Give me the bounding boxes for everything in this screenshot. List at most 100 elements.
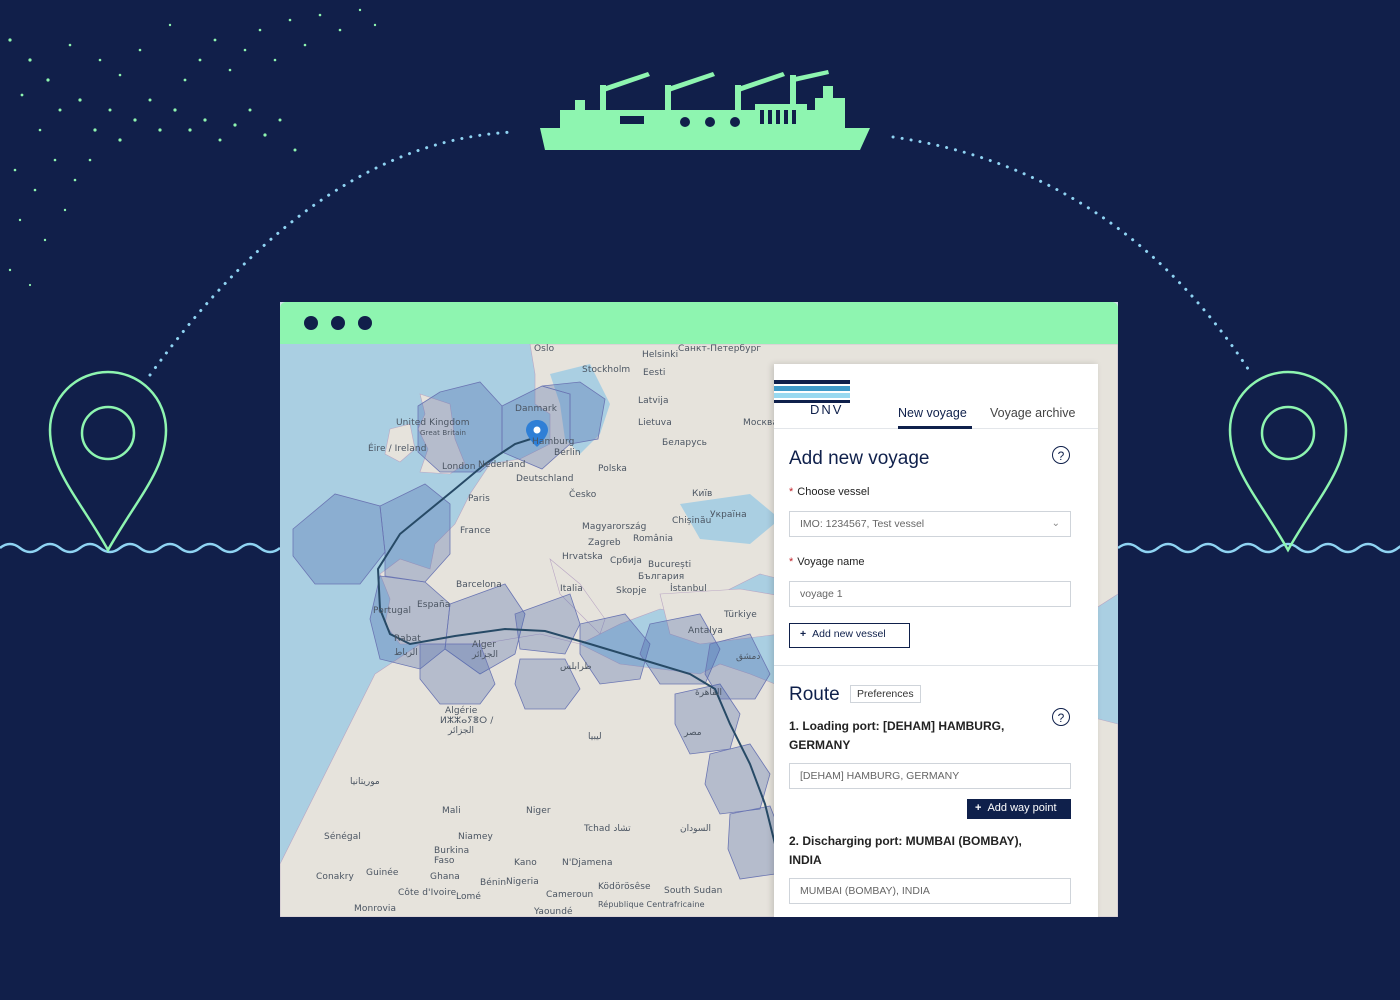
add-way-point-label: Add way point	[987, 802, 1057, 814]
map-label: Oslo	[534, 344, 555, 354]
map-label: Türkiye	[724, 610, 757, 620]
map-label: دمشق	[736, 652, 761, 662]
plus-icon: +	[800, 628, 807, 640]
map-label: ليبيا	[588, 732, 602, 742]
map-label: القاهرة	[695, 688, 722, 698]
panel-header: DNV New voyage Voyage archive	[774, 364, 1098, 429]
map-label: Yaoundé	[534, 907, 573, 917]
map-label: Chișinău	[672, 516, 712, 526]
tab-new-voyage[interactable]: New voyage	[898, 406, 967, 420]
active-tab-indicator	[898, 426, 972, 429]
voyage-panel: DNV New voyage Voyage archive Add new vo…	[774, 364, 1098, 917]
map-label: Côte d'Ivoire	[398, 888, 457, 898]
map-label: Éire / Ireland	[368, 444, 427, 454]
map-label: طرابلس	[560, 662, 592, 672]
discharging-port-input[interactable]: MUMBAI (BOMBAY), INDIA	[789, 878, 1071, 904]
map-label: Helsinki	[642, 350, 679, 360]
map-label: Niamey	[458, 832, 493, 842]
particle-dots	[8, 8, 377, 287]
map-label: Polska	[598, 464, 627, 474]
logo-text: DNV	[810, 402, 844, 417]
map-label: Danmark	[515, 404, 558, 414]
map-label: Ghana	[430, 872, 460, 882]
tab-voyage-archive[interactable]: Voyage archive	[990, 406, 1075, 420]
vessel-select[interactable]: IMO: 1234567, Test vessel ⌄	[789, 511, 1071, 537]
window-dot-icon	[358, 316, 372, 330]
map-label: Беларусь	[662, 438, 708, 448]
map-label: España	[417, 600, 451, 610]
preferences-button[interactable]: Preferences	[850, 685, 921, 703]
map-label: Ködörösêse	[598, 882, 651, 892]
window-dot-icon	[304, 316, 318, 330]
map-label: България	[638, 572, 685, 582]
map-label: الجزائر	[448, 726, 474, 736]
map-label: Nigeria	[506, 877, 539, 887]
map-label: Niger	[526, 806, 551, 816]
map-label: Sénégal	[324, 832, 361, 842]
map-label: Stockholm	[582, 365, 631, 375]
map-label: İstanbul	[670, 584, 707, 594]
map-label: Cameroun	[546, 890, 594, 900]
add-new-vessel-button[interactable]: + Add new vessel	[789, 623, 910, 648]
map-label: Москва	[743, 418, 779, 428]
help-icon[interactable]: ?	[1052, 708, 1070, 726]
map-label: Berlin	[554, 448, 581, 458]
vessel-label: * Choose vessel	[789, 486, 870, 498]
map-label: مصر	[684, 728, 702, 738]
map-label: Київ	[692, 489, 713, 499]
add-way-point-button[interactable]: + Add way point	[967, 799, 1071, 819]
map-label: Algérie	[445, 706, 478, 716]
chevron-down-icon: ⌄	[1051, 518, 1060, 529]
map-label: Skopje	[616, 586, 647, 596]
voyage-name-input[interactable]: voyage 1	[789, 581, 1071, 607]
map-label: Zagreb	[588, 538, 621, 548]
loading-port-value: [DEHAM] HAMBURG, GERMANY	[800, 770, 960, 782]
map-label: Italia	[560, 584, 583, 594]
zone-hex	[292, 493, 386, 585]
map-label: Hrvatska	[562, 552, 603, 562]
map-label: Lomé	[456, 892, 482, 902]
wave-right	[1117, 542, 1400, 554]
wave-left	[0, 542, 281, 554]
map-label: Rabat	[394, 634, 421, 644]
map-label: United Kingdom	[396, 418, 470, 428]
map-label: Conakry	[316, 872, 354, 882]
map-label: Санкт-Петербург	[678, 344, 762, 354]
voyage-name-value: voyage 1	[800, 588, 843, 600]
map-label: Hamburg	[532, 437, 575, 447]
map-label: Monrovia	[354, 904, 397, 914]
map-label: République Centrafricaine	[598, 900, 705, 909]
panel-title: Add new voyage	[789, 448, 930, 469]
land-ireland	[384, 423, 416, 463]
map-label: Portugal	[373, 606, 412, 616]
map-label: Tchad تشاد	[584, 824, 631, 834]
map-label: الجزائر	[472, 650, 498, 660]
map-label: Nederland	[478, 460, 526, 470]
map-label: Guinée	[366, 868, 399, 878]
section-divider	[774, 665, 1098, 666]
map-label: Antalya	[688, 626, 723, 636]
map-label: London	[442, 462, 476, 472]
help-icon[interactable]: ?	[1052, 446, 1070, 464]
map-label: Alger	[472, 640, 497, 650]
plus-icon: +	[975, 802, 982, 814]
loading-port-input[interactable]: [DEHAM] HAMBURG, GERMANY	[789, 763, 1071, 789]
add-new-vessel-label: Add new vessel	[812, 628, 886, 640]
map-label: ⵍⵣⵣⴰⵢⴻⵔ /	[440, 716, 494, 726]
map-label: România	[633, 534, 674, 544]
map-label: N'Djamena	[562, 858, 613, 868]
vessel-select-value: IMO: 1234567, Test vessel	[800, 518, 925, 530]
map-label: France	[460, 526, 491, 536]
map-label: Great Britain	[420, 429, 467, 437]
cargo-ship-icon	[540, 70, 870, 150]
map-label: Україна	[710, 510, 747, 520]
map-label: Србија	[610, 556, 643, 566]
discharging-port-label: 2. Discharging port: MUMBAI (BOMBAY), IN…	[789, 834, 1022, 867]
map-label: Eesti	[643, 368, 666, 378]
map-label: السودان	[680, 824, 712, 834]
map-label: Burkina Faso	[434, 846, 470, 866]
map-label: Latvija	[638, 396, 669, 406]
map-label: Kano	[514, 858, 537, 868]
window-dot-icon	[331, 316, 345, 330]
map-label: Magyarország	[582, 522, 647, 532]
